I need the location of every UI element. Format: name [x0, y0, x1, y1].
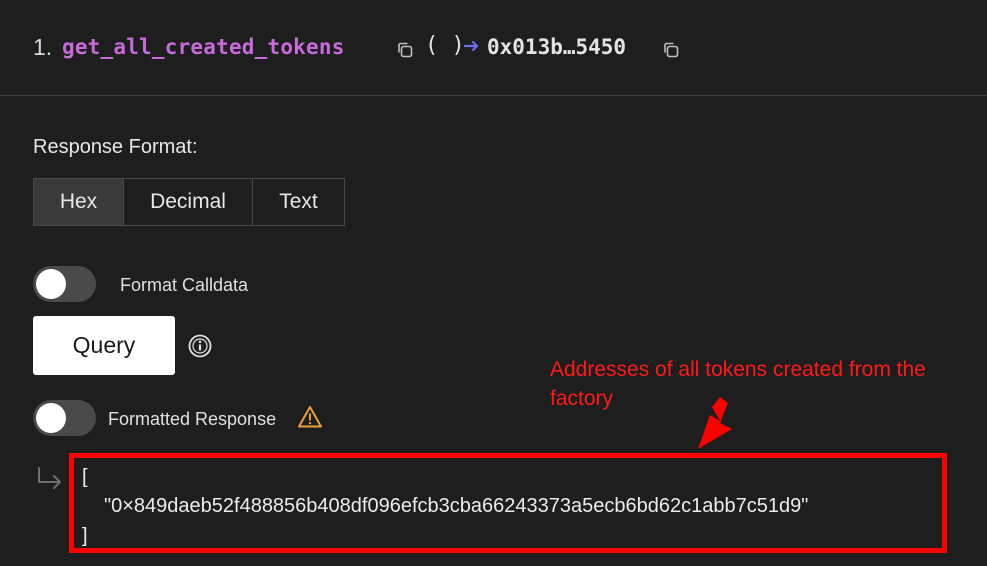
info-icon[interactable] — [188, 334, 212, 358]
arrow-right-icon — [463, 38, 480, 54]
format-hex-button[interactable]: Hex — [34, 179, 123, 225]
copy-address-icon[interactable] — [662, 41, 680, 59]
format-calldata-toggle[interactable] — [33, 266, 96, 302]
response-open-bracket: [ — [82, 466, 88, 488]
annotation-arrow-icon — [690, 393, 740, 453]
format-calldata-label: Format Calldata — [120, 275, 249, 295]
response-value: "0×849daeb52f488856b408df096efcb3cba6624… — [104, 495, 809, 517]
response-format-selector: Hex Decimal Text — [33, 178, 345, 226]
formatted-response-toggle[interactable] — [33, 400, 96, 436]
toggle-knob — [36, 269, 66, 299]
response-format-label: Response Format: — [33, 136, 198, 158]
format-text-button[interactable]: Text — [252, 179, 344, 225]
response-output: [ "0×849daeb52f488856b408df096efcb3cba66… — [69, 453, 947, 553]
toggle-knob — [36, 403, 66, 433]
contract-read-panel: 1. get_all_created_tokens ( ) 0x013b…545… — [0, 0, 987, 566]
copy-icon[interactable] — [396, 41, 414, 59]
warning-icon — [297, 405, 323, 429]
return-arrow-icon — [36, 466, 64, 492]
function-name: get_all_created_tokens — [62, 35, 345, 59]
function-params: ( ) — [425, 33, 465, 58]
annotation-text: Addresses of all tokens created from the… — [550, 358, 926, 410]
formatted-response-label: Formatted Response — [108, 409, 277, 429]
return-address: 0x013b…5450 — [487, 35, 627, 59]
function-header: 1. get_all_created_tokens ( ) 0x013b…545… — [0, 0, 987, 96]
function-index: 1. — [33, 34, 53, 60]
response-close-bracket: ] — [82, 525, 88, 547]
query-button[interactable]: Query — [33, 316, 175, 375]
format-decimal-button[interactable]: Decimal — [123, 179, 252, 225]
